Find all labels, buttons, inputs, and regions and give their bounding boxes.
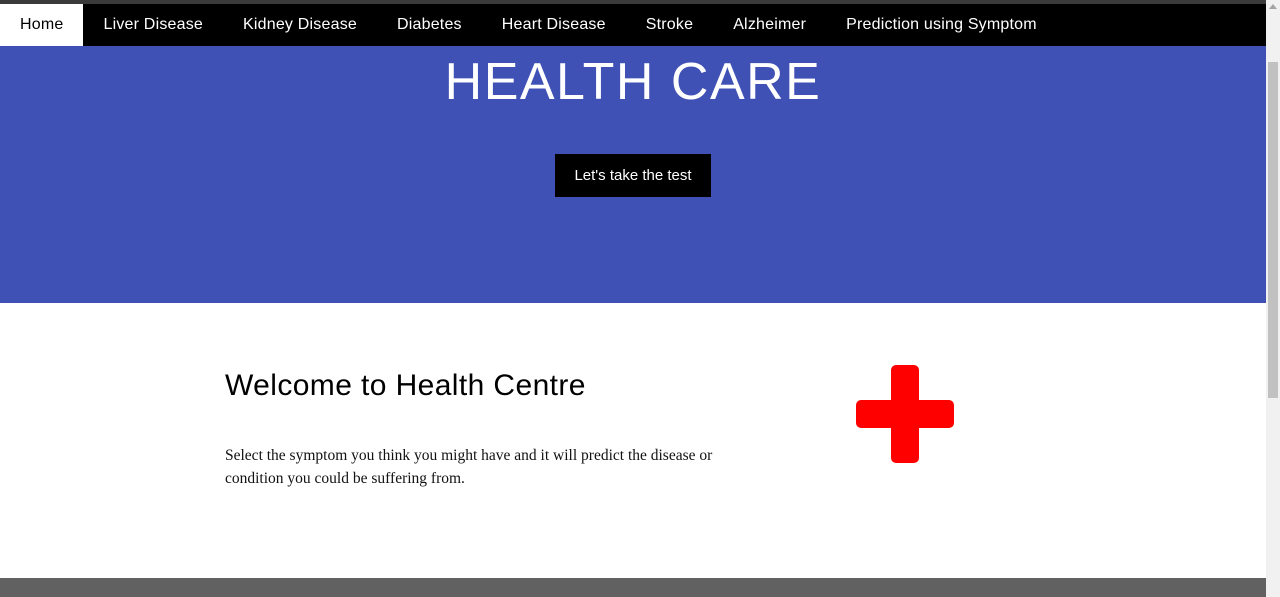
welcome-description: Select the symptom you think you might h… xyxy=(225,447,713,487)
hero-title: HEALTH CARE xyxy=(444,53,822,111)
scrollbar-thumb[interactable] xyxy=(1268,62,1278,398)
nav-item-liver-disease[interactable]: Liver Disease xyxy=(83,4,223,46)
cross-horizontal-bar xyxy=(856,400,954,428)
nav-item-stroke[interactable]: Stroke xyxy=(626,4,713,46)
hero-section: HEALTH CARE Let's take the test xyxy=(0,46,1266,303)
nav-item-prediction-using-symptom[interactable]: Prediction using Symptom xyxy=(826,4,1057,46)
page: Home Liver Disease Kidney Disease Diabet… xyxy=(0,0,1266,597)
page-scrollbar[interactable] xyxy=(1266,0,1280,597)
top-navbar: Home Liver Disease Kidney Disease Diabet… xyxy=(0,4,1266,46)
nav-item-diabetes[interactable]: Diabetes xyxy=(377,4,482,46)
take-test-button[interactable]: Let's take the test xyxy=(555,154,711,197)
nav-item-kidney-disease[interactable]: Kidney Disease xyxy=(223,4,377,46)
nav-item-heart-disease[interactable]: Heart Disease xyxy=(482,4,626,46)
welcome-title: Welcome to Health Centre xyxy=(225,369,586,402)
nav-item-home[interactable]: Home xyxy=(0,4,84,46)
medical-cross-icon xyxy=(856,365,954,463)
nav-item-alzheimer[interactable]: Alzheimer xyxy=(713,4,826,46)
footer-bar xyxy=(0,578,1266,597)
scroll-up-arrow-icon[interactable] xyxy=(1269,4,1277,9)
welcome-section: Welcome to Health Centre Select the symp… xyxy=(225,366,785,490)
